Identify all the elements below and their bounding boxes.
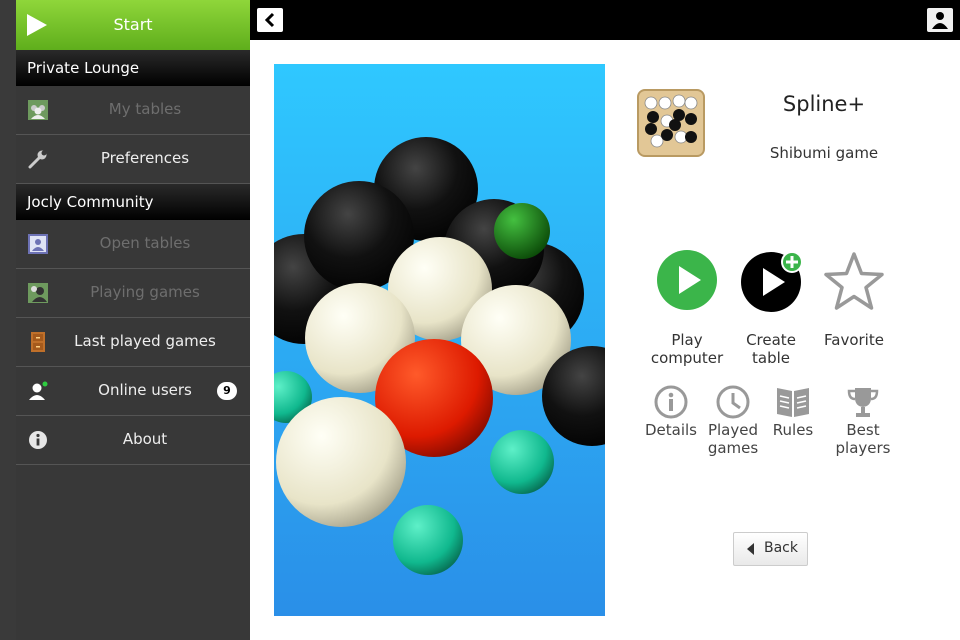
sidebar-item-playing-games[interactable]: Playing games [16,269,250,318]
game-thumbnail-icon [637,89,705,157]
create-table-icon [741,251,803,312]
game-preview-image [274,64,605,616]
played-games-label: Played games [707,421,759,457]
back-button[interactable]: Back [733,532,808,566]
sidebar-item-label: About [122,430,168,448]
play-computer-button[interactable]: Play computer [647,250,727,370]
best-players-label: Best players [835,421,891,457]
favorite-label: Favorite [824,331,884,349]
sidebar-item-my-tables[interactable]: My tables [16,86,250,135]
triangle-left-icon [747,543,754,555]
sidebar-item-about[interactable]: About [16,416,250,465]
section-private-lounge: Private Lounge [16,50,250,86]
sidebar-menu: Start Private Lounge My tables Preferenc… [16,0,250,640]
trophy-icon [847,388,879,417]
sidebar-item-label: Playing games [90,283,200,301]
play-circle-icon [657,250,717,310]
menu-back-button[interactable] [257,8,283,32]
details-button[interactable]: Details [643,385,699,445]
sidebar-item-label: Preferences [100,149,190,167]
section-jocly-community: Jocly Community [16,184,250,220]
play-computer-label: Play computer [650,331,724,367]
start-label: Start [113,15,153,34]
sidebar-item-label: Last played games [74,332,216,350]
sidebar-item-preferences[interactable]: Preferences [16,135,250,184]
book-icon [777,388,809,417]
back-label: Back [764,540,798,556]
sidebar-item-last-played-games[interactable]: Last played games [16,318,250,367]
user-icon [932,12,948,29]
create-table-label: Create table [746,331,796,367]
account-button[interactable] [927,8,953,32]
section-label: Jocly Community [27,193,154,211]
sidebar-item-label: My tables [108,100,182,118]
favorite-button[interactable]: Favorite [814,250,894,350]
sidebar-item-open-tables[interactable]: Open tables [16,220,250,269]
top-bar [250,0,960,40]
sidebar-item-online-users[interactable]: Online users 9 [16,367,250,416]
create-table-button[interactable]: Create table [731,248,811,370]
rules-label: Rules [772,421,814,439]
sidebar-item-label: Open tables [99,234,191,252]
online-count-badge: 9 [217,382,237,400]
rules-button[interactable]: Rules [767,385,819,445]
clock-icon [716,385,750,419]
sidebar: Start Private Lounge My tables Preferenc… [0,0,250,640]
start-button[interactable]: Start [16,0,250,50]
played-games-button[interactable]: Played games [703,385,763,457]
best-players-button[interactable]: Best players [831,385,895,457]
game-title: Spline+ [782,92,866,116]
chevron-left-icon [264,12,275,28]
star-icon [824,252,884,310]
game-subtitle: Shibumi game [769,144,879,162]
details-label: Details [644,421,697,439]
section-label: Private Lounge [27,59,140,77]
info-circle-icon [654,385,688,419]
